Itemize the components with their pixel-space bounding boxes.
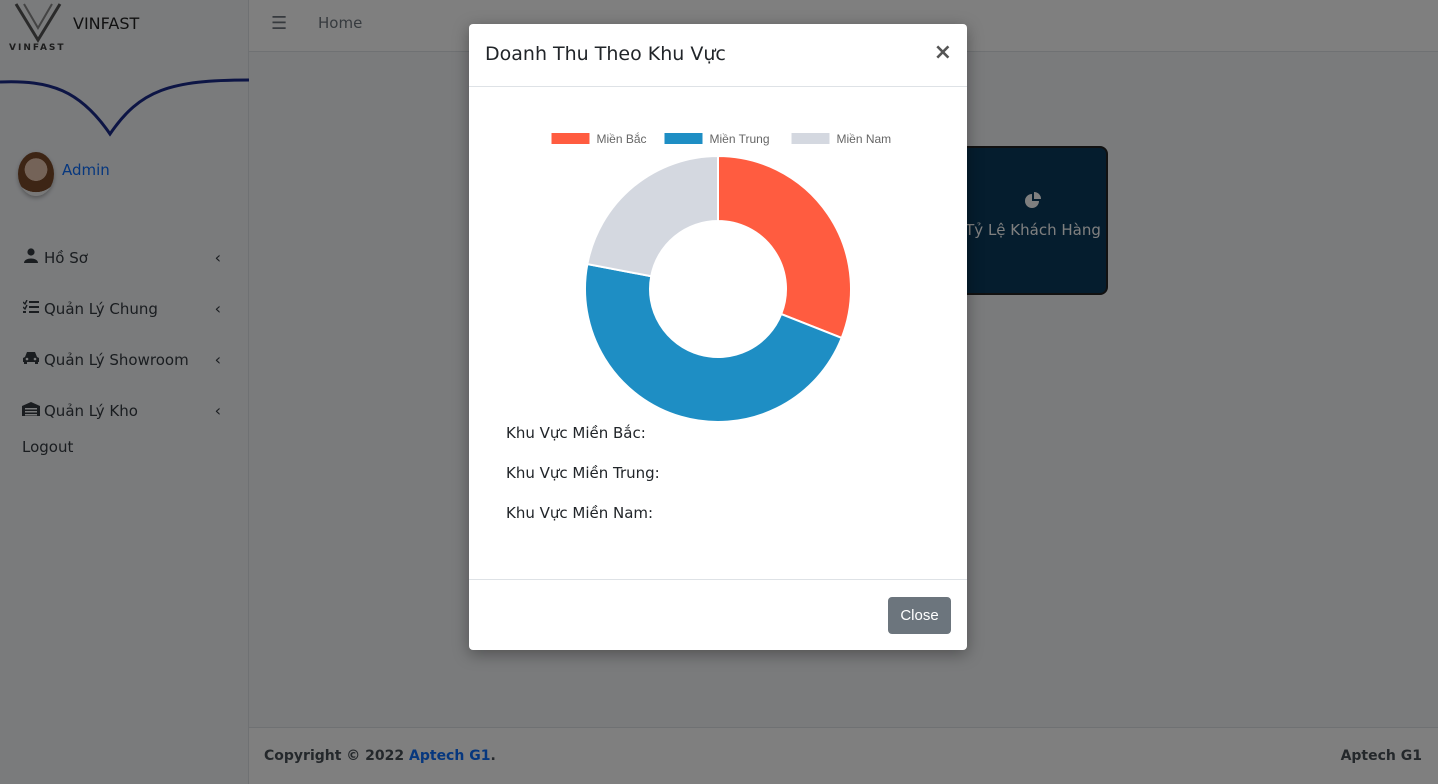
revenue-modal: Doanh Thu Theo Khu Vực × Miền Bắc Miền Tr… <box>469 24 967 650</box>
donut-slice-1[interactable] <box>717 154 852 340</box>
legend-item[interactable]: Miền Nam <box>791 132 892 146</box>
donut-slice-3[interactable] <box>586 154 719 278</box>
modal-title: Doanh Thu Theo Khu Vực <box>485 43 726 65</box>
chart-container: Miền Bắc Miền Trung Miền Nam <box>469 87 967 427</box>
modal-footer: Close <box>469 579 967 650</box>
legend-swatch <box>791 133 830 144</box>
region-list: Khu Vực Miền Bắc: Khu Vực Miền Trung: Kh… <box>506 424 660 544</box>
close-button[interactable]: Close <box>888 597 951 634</box>
legend-label: Miền Trung <box>710 132 770 146</box>
region-central-label: Khu Vực Miền Trung: <box>506 464 660 482</box>
legend-item[interactable]: Miền Bắc <box>551 131 647 146</box>
donut-chart: Miền Bắc Miền Trung Miền Nam <box>551 131 892 423</box>
close-icon[interactable]: × <box>934 40 952 65</box>
region-north-label: Khu Vực Miền Bắc: <box>506 424 646 442</box>
region-south-label: Khu Vực Miền Nam: <box>506 504 654 522</box>
legend-swatch <box>664 133 703 144</box>
legend-label: Miền Bắc <box>597 131 647 146</box>
legend-label: Miền Nam <box>837 132 892 146</box>
modal-header: Doanh Thu Theo Khu Vực × <box>469 24 967 87</box>
legend-item[interactable]: Miền Trung <box>664 132 770 146</box>
legend-swatch <box>551 133 590 144</box>
